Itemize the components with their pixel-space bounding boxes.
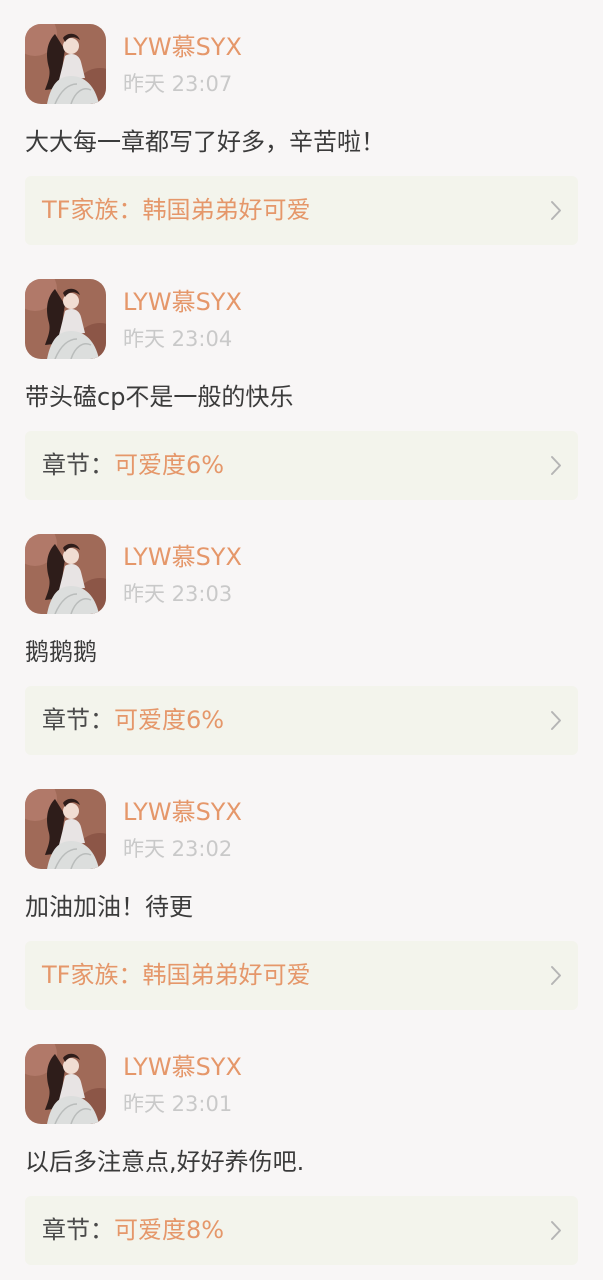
username[interactable]: LYW慕SYX <box>123 795 242 829</box>
chevron-right-icon <box>551 201 561 220</box>
reference-value: 可爱度6% <box>114 706 225 734</box>
avatar-portrait-image <box>25 789 106 869</box>
username[interactable]: LYW慕SYX <box>123 30 242 64</box>
reference-label: TF家族： <box>42 961 143 989</box>
reference-text: 章节：可爱度8% <box>42 1196 224 1265</box>
comment-item-5: LYW慕SYX 昨天 23:01 以后多注意点,好好养伤吧. 章节：可爱度8% <box>0 1020 603 1275</box>
username[interactable]: LYW慕SYX <box>123 540 242 574</box>
avatar[interactable] <box>25 24 106 104</box>
reference-value: 可爱度6% <box>114 451 225 479</box>
avatar[interactable] <box>25 1044 106 1124</box>
timestamp: 昨天 23:04 <box>123 327 233 351</box>
reference-card[interactable]: 章节：可爱度8% <box>25 1196 578 1265</box>
reference-card[interactable]: TF家族：韩国弟弟好可爱 <box>25 941 578 1010</box>
avatar-portrait-image <box>25 279 106 359</box>
reference-label: TF家族： <box>42 196 143 224</box>
avatar[interactable] <box>25 534 106 614</box>
avatar[interactable] <box>25 279 106 359</box>
reference-label: 章节： <box>42 1216 114 1244</box>
comment-item-4: LYW慕SYX 昨天 23:02 加油加油！待更 TF家族：韩国弟弟好可爱 <box>0 765 603 1020</box>
chevron-right-icon <box>551 966 561 985</box>
reference-text: TF家族：韩国弟弟好可爱 <box>42 176 310 245</box>
comment-text: 大大每一章都写了好多，辛苦啦！ <box>25 128 385 156</box>
reference-card[interactable]: 章节：可爱度6% <box>25 431 578 500</box>
comment-item-2: LYW慕SYX 昨天 23:04 带头磕cp不是一般的快乐 章节：可爱度6% <box>0 255 603 510</box>
reference-text: 章节：可爱度6% <box>42 431 224 500</box>
username[interactable]: LYW慕SYX <box>123 285 242 319</box>
comment-text: 以后多注意点,好好养伤吧. <box>25 1148 305 1176</box>
avatar-portrait-image <box>25 1044 106 1124</box>
comment-text: 加油加油！待更 <box>25 893 193 921</box>
reference-value: 可爱度8% <box>114 1216 225 1244</box>
comment-text: 带头磕cp不是一般的快乐 <box>25 383 294 411</box>
chevron-right-icon <box>551 456 561 475</box>
reference-label: 章节： <box>42 451 114 479</box>
comment-text: 鹅鹅鹅 <box>25 638 97 666</box>
avatar-portrait-image <box>25 24 106 104</box>
reference-text: TF家族：韩国弟弟好可爱 <box>42 941 310 1010</box>
reference-value: 韩国弟弟好可爱 <box>142 196 311 224</box>
timestamp: 昨天 23:03 <box>123 582 233 606</box>
timestamp: 昨天 23:01 <box>123 1092 233 1116</box>
chevron-right-icon <box>551 711 561 730</box>
reference-card[interactable]: 章节：可爱度6% <box>25 686 578 755</box>
reference-text: 章节：可爱度6% <box>42 686 224 755</box>
timestamp: 昨天 23:02 <box>123 837 233 861</box>
comment-item-1: LYW慕SYX 昨天 23:07 大大每一章都写了好多，辛苦啦！ TF家族：韩国… <box>0 0 603 255</box>
comment-feed: LYW慕SYX 昨天 23:07 大大每一章都写了好多，辛苦啦！ TF家族：韩国… <box>0 0 603 1275</box>
avatar[interactable] <box>25 789 106 869</box>
username[interactable]: LYW慕SYX <box>123 1050 242 1084</box>
reference-label: 章节： <box>42 706 114 734</box>
comment-item-3: LYW慕SYX 昨天 23:03 鹅鹅鹅 章节：可爱度6% <box>0 510 603 765</box>
timestamp: 昨天 23:07 <box>123 72 233 96</box>
avatar-portrait-image <box>25 534 106 614</box>
chevron-right-icon <box>551 1221 561 1240</box>
reference-value: 韩国弟弟好可爱 <box>142 961 311 989</box>
reference-card[interactable]: TF家族：韩国弟弟好可爱 <box>25 176 578 245</box>
